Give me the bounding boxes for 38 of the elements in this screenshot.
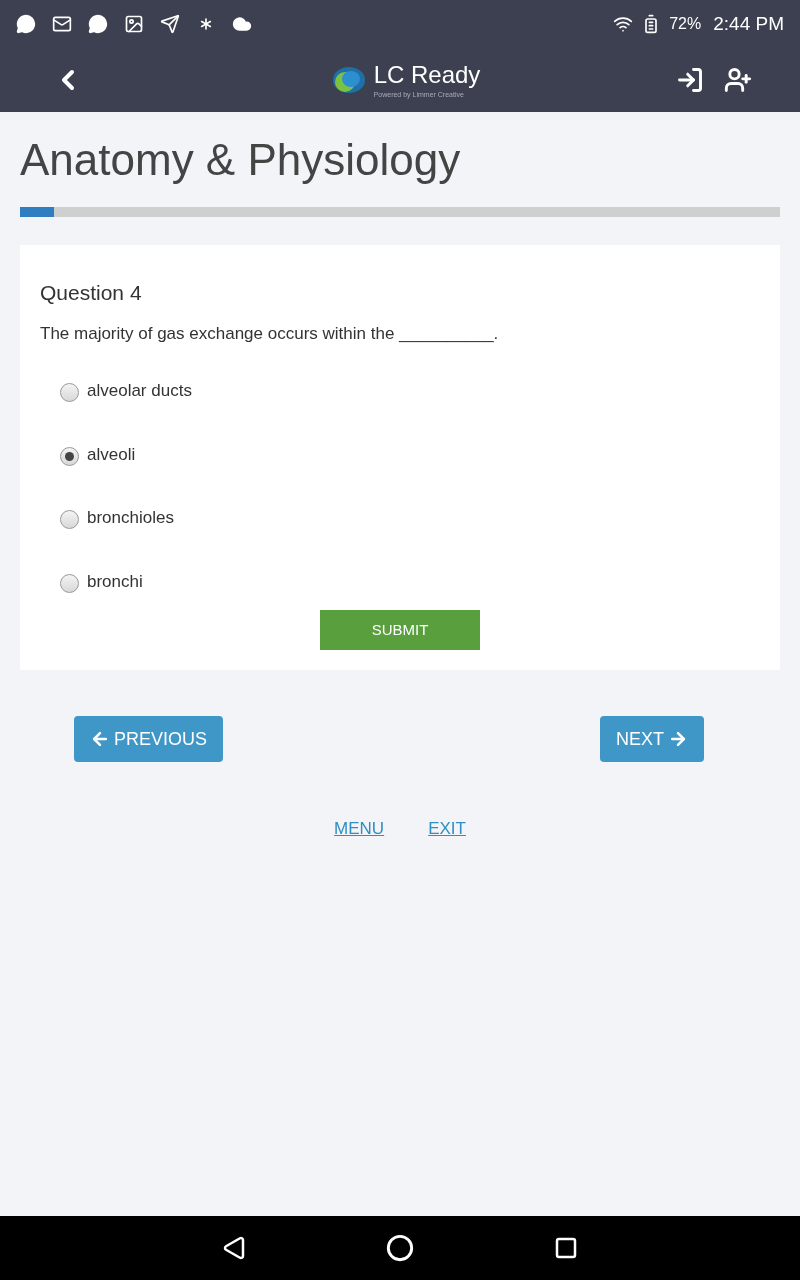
radio-button[interactable]: [60, 446, 79, 466]
radio-button[interactable]: [60, 573, 79, 593]
wifi-icon: [613, 14, 634, 34]
recents-square-icon: [554, 1236, 578, 1260]
send-icon: [160, 14, 180, 34]
login-button[interactable]: [676, 66, 704, 94]
previous-button[interactable]: PREVIOUS: [74, 716, 224, 762]
next-button[interactable]: NEXT: [600, 716, 704, 762]
home-circle-icon: [386, 1234, 414, 1262]
question-text: The majority of gas exchange occurs within the __________.: [40, 322, 500, 345]
option-label: alveoli: [87, 443, 136, 466]
image-icon: [124, 14, 144, 34]
submit-button[interactable]: SUBMIT: [320, 610, 480, 650]
option-label: bronchioles: [87, 507, 174, 529]
question-heading: Question 4: [40, 280, 143, 306]
back-triangle-icon: [222, 1236, 246, 1260]
add-user-button[interactable]: [724, 66, 752, 94]
mail-icon: [52, 14, 72, 34]
arrow-right-icon: [668, 729, 688, 749]
chat-icon: [16, 14, 36, 34]
back-nav-button[interactable]: [222, 1236, 246, 1260]
cloud-icon: [232, 14, 252, 34]
footer-link[interactable]: MENU: [334, 816, 385, 842]
radio-button[interactable]: [60, 383, 79, 403]
clock: 2:44 PM: [713, 11, 784, 36]
logo-icon: [331, 65, 366, 95]
recents-nav-button[interactable]: [554, 1236, 578, 1260]
page-title: Anatomy & Physiology: [20, 134, 462, 186]
option-label: alveolar ducts: [87, 380, 192, 402]
battery-percent: 72%: [669, 14, 702, 34]
footer-link[interactable]: EXIT: [428, 816, 466, 842]
logo-title: LC Ready: [373, 62, 481, 87]
add-user-icon: [724, 66, 752, 94]
radio-button[interactable]: [60, 510, 79, 530]
chat-icon: [88, 14, 108, 34]
home-nav-button[interactable]: [386, 1234, 414, 1262]
login-icon: [676, 66, 704, 94]
option-label: bronchi: [87, 570, 143, 593]
